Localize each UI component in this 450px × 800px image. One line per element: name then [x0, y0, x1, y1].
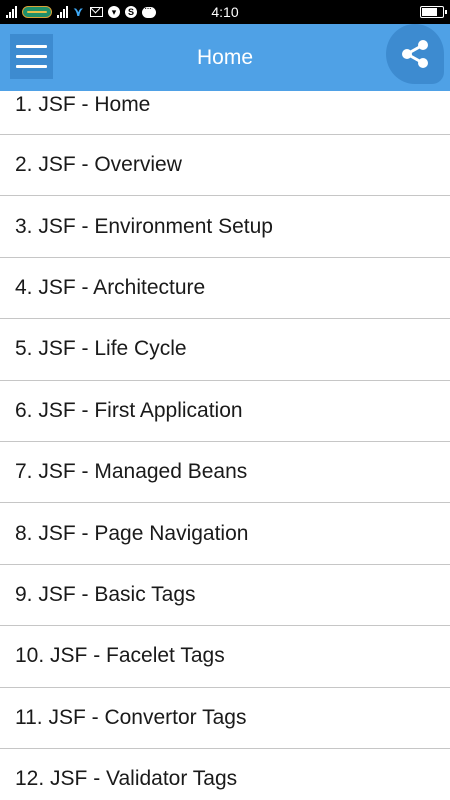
list-item[interactable]: 2. JSF - Overview — [0, 135, 450, 197]
menu-button[interactable] — [10, 34, 53, 79]
share-button[interactable] — [386, 24, 444, 84]
list-item[interactable]: 7. JSF - Managed Beans — [0, 442, 450, 504]
status-icons-right — [420, 6, 447, 18]
status-bar: ⋎ ▾ S 4:10 — [0, 0, 450, 24]
status-time: 4:10 — [211, 4, 239, 20]
list-item[interactable]: 12. JSF - Validator Tags — [0, 749, 450, 800]
page-title: Home — [196, 45, 254, 69]
list-item[interactable]: 9. JSF - Basic Tags — [0, 565, 450, 627]
list-item[interactable]: 4. JSF - Architecture — [0, 258, 450, 320]
app-bar: Home — [0, 24, 450, 91]
list-item[interactable]: 1. JSF - Home — [0, 91, 450, 135]
list-item[interactable]: 3. JSF - Environment Setup — [0, 196, 450, 258]
chapter-list: 1. JSF - Home 2. JSF - Overview 3. JSF - E… — [0, 91, 450, 800]
list-item[interactable]: 11. JSF - Convertor Tags — [0, 688, 450, 749]
hamburger-menu-icon — [16, 45, 47, 48]
list-item[interactable]: 8. JSF - Page Navigation — [0, 503, 450, 565]
list-item[interactable]: 10. JSF - Facelet Tags — [0, 626, 450, 688]
share-icon — [402, 40, 428, 68]
list-item[interactable]: 5. JSF - Life Cycle — [0, 319, 450, 381]
battery-icon — [420, 6, 447, 18]
list-item[interactable]: 6. JSF - First Application — [0, 381, 450, 442]
battery-level — [422, 8, 437, 16]
